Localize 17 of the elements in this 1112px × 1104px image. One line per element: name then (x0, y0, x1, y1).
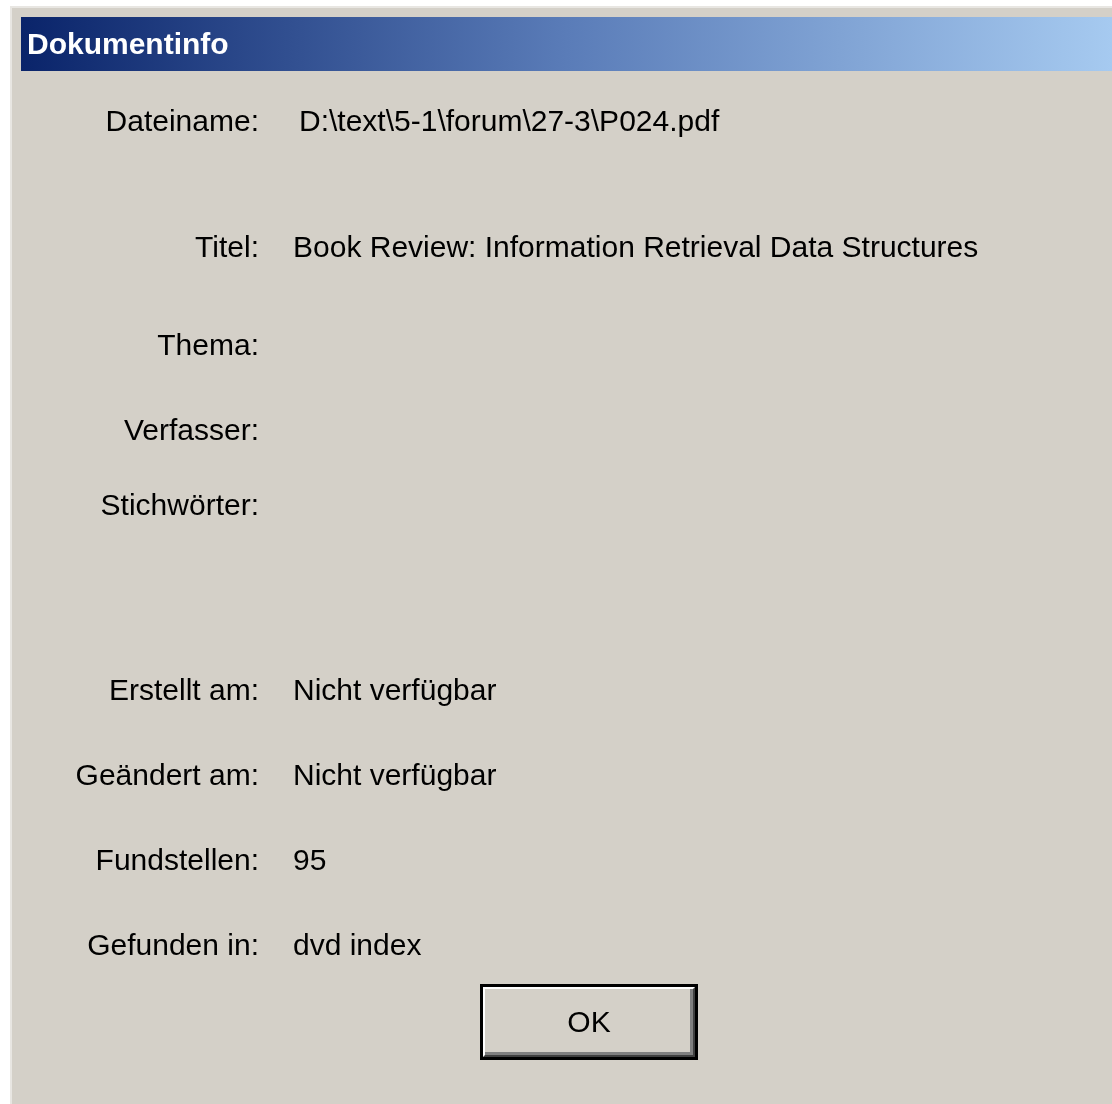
field-label: Gefunden in: (86, 928, 259, 962)
field-label: Erstellt am: (107, 673, 259, 707)
field-label: Geändert am: (74, 758, 259, 792)
field-label: Thema: (156, 328, 259, 362)
field-value: dvd index (293, 928, 422, 962)
field-label: Verfasser: (122, 413, 259, 447)
field-value: Nicht verfügbar (293, 758, 497, 792)
field-value: Nicht verfügbar (293, 673, 497, 707)
field-value: 95 (293, 843, 327, 877)
ok-button[interactable]: OK (483, 987, 695, 1057)
field-value: Book Review: Information Retrieval Data Structures (293, 230, 979, 264)
field-label: Stichwörter: (99, 488, 259, 522)
window-title: Dokumentinfo (27, 27, 229, 61)
field-label: Titel: (194, 230, 259, 264)
field-label: Dateiname: (104, 104, 259, 138)
field-value: D:\text\5-1\forum\27-3\P024.pdf (299, 104, 720, 138)
field-label: Fundstellen: (94, 843, 259, 877)
